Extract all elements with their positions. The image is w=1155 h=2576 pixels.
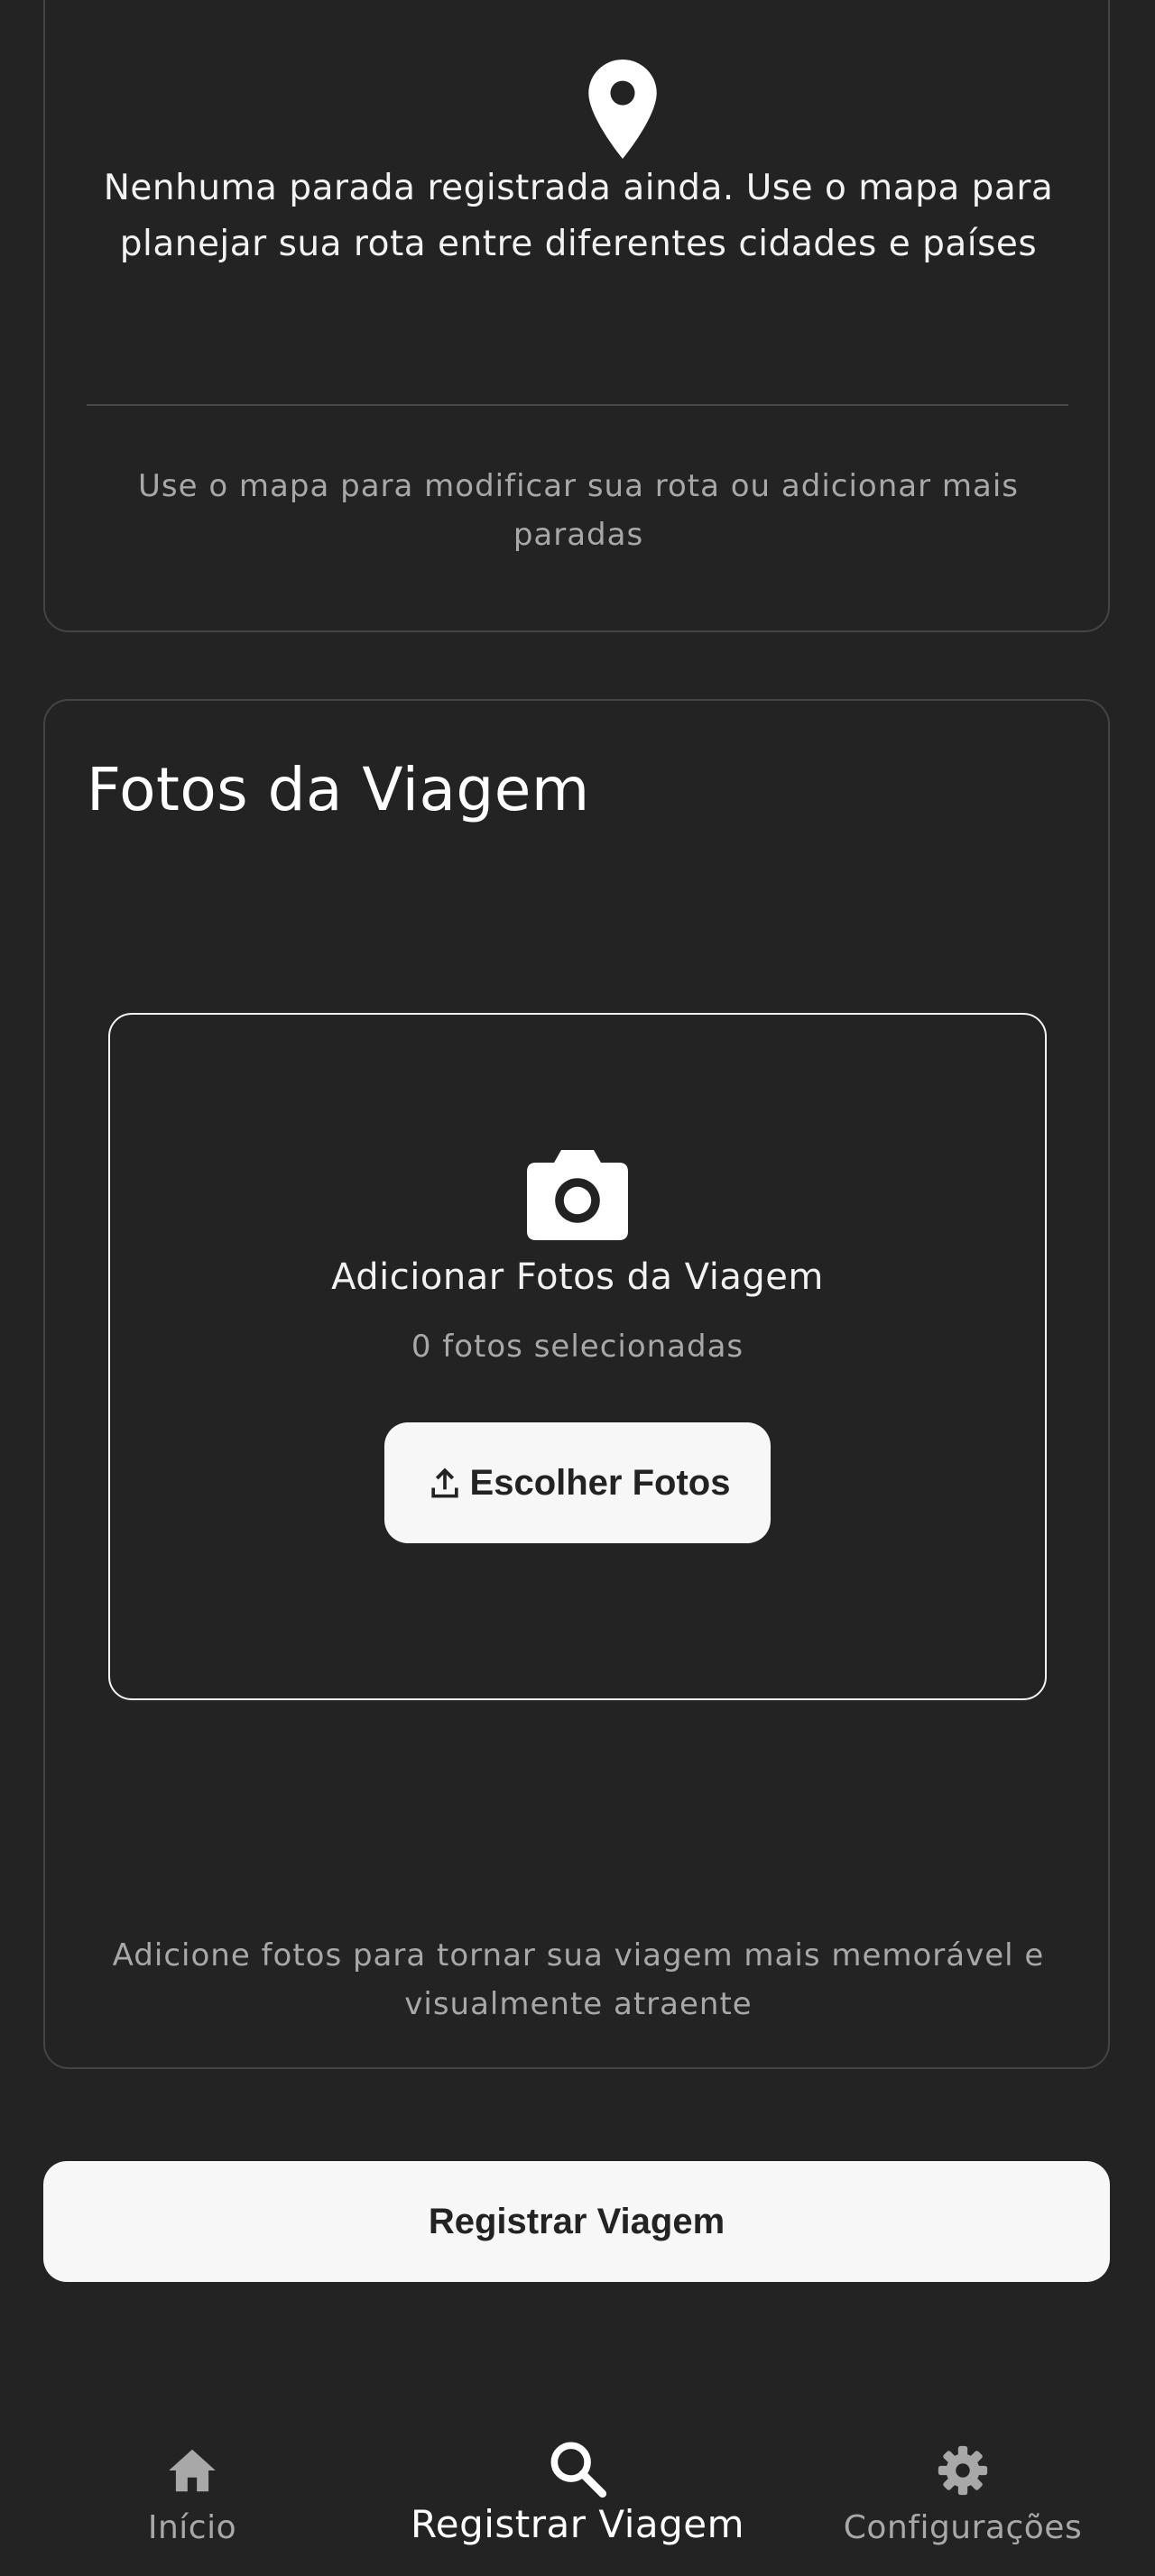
choose-photos-label: Escolher Fotos	[469, 1462, 731, 1503]
photos-card: Fotos da Viagem Adicionar Fotos da Viage…	[43, 699, 1110, 2069]
register-trip-button[interactable]: Registrar Viagem	[43, 2161, 1110, 2282]
nav-item-home[interactable]: Início	[0, 2390, 384, 2576]
stops-divider	[87, 404, 1068, 406]
search-icon	[550, 2442, 607, 2498]
stops-empty-message: Nenhuma parada registrada ainda. Use o m…	[103, 168, 1054, 264]
nav-label-settings: Configurações	[843, 2509, 1083, 2546]
nav-label-home: Início	[147, 2509, 237, 2546]
gear-icon	[938, 2445, 988, 2496]
stops-hint: Use o mapa para modificar sua rota ou ad…	[138, 468, 1019, 553]
photos-hint: Adicione fotos para tornar sua viagem ma…	[112, 1937, 1045, 2022]
photo-upload-area[interactable]: Adicionar Fotos da Viagem 0 fotos seleci…	[108, 1013, 1047, 1700]
location-pin-icon	[588, 60, 657, 159]
upload-title: Adicionar Fotos da Viagem	[331, 1256, 824, 1298]
nav-item-settings[interactable]: Configurações	[771, 2390, 1155, 2576]
nav-item-register-trip[interactable]: Registrar Viagem	[385, 2390, 770, 2576]
photos-section-title: Fotos da Viagem	[87, 755, 590, 824]
stops-card: Nenhuma parada registrada ainda. Use o m…	[43, 0, 1110, 632]
bottom-navigation: Início Registrar Viagem Configurações	[0, 2390, 1155, 2576]
home-icon	[169, 2449, 216, 2492]
app-screen: Nenhuma parada registrada ainda. Use o m…	[0, 0, 1155, 2576]
choose-photos-button[interactable]: Escolher Fotos	[384, 1422, 771, 1543]
upload-icon	[430, 1467, 458, 1498]
nav-label-register-trip: Registrar Viagem	[410, 2502, 745, 2546]
selected-photos-count: 0 fotos selecionadas	[411, 1329, 744, 1365]
camera-icon	[527, 1150, 628, 1240]
